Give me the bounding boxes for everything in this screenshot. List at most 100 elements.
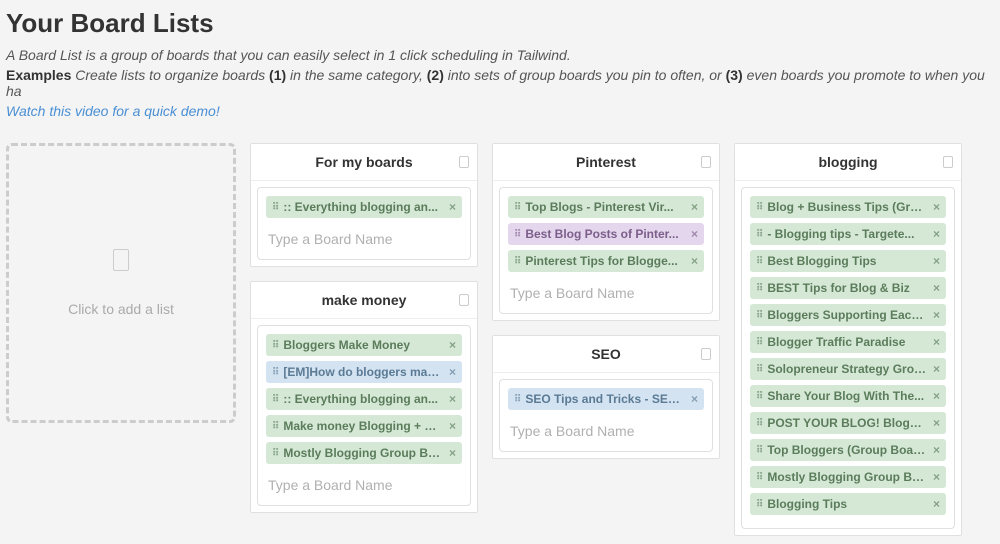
board-tag-label: Top Blogs - Pinterest Vir... <box>525 200 685 214</box>
examples-label: Examples <box>6 67 71 83</box>
remove-tag-icon[interactable]: × <box>691 254 698 268</box>
drag-handle-icon[interactable]: ⠿ <box>272 367 279 378</box>
list-menu-icon[interactable] <box>459 156 469 168</box>
remove-tag-icon[interactable]: × <box>691 200 698 214</box>
list-card-make-money: make money ⠿Bloggers Make Money× ⠿[EM]Ho… <box>250 281 478 513</box>
remove-tag-icon[interactable]: × <box>691 227 698 241</box>
drag-handle-icon[interactable]: ⠿ <box>514 256 521 267</box>
drag-handle-icon[interactable]: ⠿ <box>756 472 763 483</box>
board-tag[interactable]: ⠿ Make money Blogging + Blo... × <box>266 415 462 437</box>
board-tag[interactable]: ⠿[EM]How do bloggers make...× <box>266 361 462 383</box>
board-tag[interactable]: ⠿Bloggers Supporting Each...× <box>750 304 946 326</box>
board-tag[interactable]: ⠿ - Blogging tips - Targete... × <box>750 223 946 245</box>
list-header: For my boards <box>251 144 477 181</box>
drag-handle-icon[interactable]: ⠿ <box>514 202 521 213</box>
drag-handle-icon[interactable]: ⠿ <box>756 229 763 240</box>
board-tag-label: Best Blogging Tips <box>767 254 927 268</box>
remove-tag-icon[interactable]: × <box>449 200 456 214</box>
board-tag[interactable]: ⠿ Blogging Tips × <box>750 493 946 515</box>
add-list-card[interactable]: Click to add a list <box>6 143 236 423</box>
list-card-pinterest: Pinterest ⠿ Top Blogs - Pinterest Vir... ×… <box>492 143 720 321</box>
list-menu-icon[interactable] <box>701 156 711 168</box>
remove-tag-icon[interactable]: × <box>933 254 940 268</box>
board-name-input[interactable] <box>266 469 462 497</box>
remove-tag-icon[interactable]: × <box>933 281 940 295</box>
board-tag-label: Mostly Blogging Group Boa... <box>767 470 927 484</box>
board-tag[interactable]: ⠿Best Blog Posts of Pinter...× <box>508 223 704 245</box>
remove-tag-icon[interactable]: × <box>449 419 456 433</box>
remove-tag-icon[interactable]: × <box>933 470 940 484</box>
board-tag-label: - Blogging tips - Targete... <box>767 227 927 241</box>
board-tag-label: Blogging Tips <box>767 497 927 511</box>
board-tag[interactable]: ⠿BEST Tips for Blog & Biz× <box>750 277 946 299</box>
board-tag-label: Blog + Business Tips (Gro... <box>767 200 927 214</box>
demo-link[interactable]: Watch this video for a quick demo! <box>6 103 220 119</box>
drag-handle-icon[interactable]: ⠿ <box>756 283 763 294</box>
board-tag[interactable]: ⠿ Mostly Blogging Group Boa... × <box>266 442 462 464</box>
remove-tag-icon[interactable]: × <box>449 446 456 460</box>
board-tag-label: Mostly Blogging Group Boa... <box>283 446 443 460</box>
drag-handle-icon[interactable]: ⠿ <box>272 421 279 432</box>
list-column: Pinterest ⠿ Top Blogs - Pinterest Vir... ×… <box>492 143 720 459</box>
drag-handle-icon[interactable]: ⠿ <box>756 310 763 321</box>
board-tag[interactable]: ⠿ Mostly Blogging Group Boa... × <box>750 466 946 488</box>
remove-tag-icon[interactable]: × <box>691 392 698 406</box>
remove-tag-icon[interactable]: × <box>449 365 456 379</box>
remove-tag-icon[interactable]: × <box>933 416 940 430</box>
board-tag[interactable]: ⠿Pinterest Tips for Blogge...× <box>508 250 704 272</box>
intro-block: A Board List is a group of boards that y… <box>6 47 994 99</box>
remove-tag-icon[interactable]: × <box>933 335 940 349</box>
drag-handle-icon[interactable]: ⠿ <box>756 391 763 402</box>
remove-tag-icon[interactable]: × <box>933 443 940 457</box>
board-tag-label: Solopreneur Strategy Grou... <box>767 362 927 376</box>
drag-handle-icon[interactable]: ⠿ <box>514 394 521 405</box>
list-menu-icon[interactable] <box>943 156 953 168</box>
drag-handle-icon[interactable]: ⠿ <box>756 499 763 510</box>
list-menu-icon[interactable] <box>459 294 469 306</box>
board-tag[interactable]: ⠿ Best Blogging Tips × <box>750 250 946 272</box>
board-tag-label: Share Your Blog With The... <box>767 389 927 403</box>
list-column: For my boards ⠿ :: Everything blogging a… <box>250 143 478 513</box>
drag-handle-icon[interactable]: ⠿ <box>272 340 279 351</box>
board-tag[interactable]: ⠿ Share Your Blog With The... × <box>750 385 946 407</box>
list-header: Pinterest <box>493 144 719 181</box>
remove-tag-icon[interactable]: × <box>933 308 940 322</box>
list-card-seo: SEO ⠿SEO Tips and Tricks - SEO...× <box>492 335 720 459</box>
drag-handle-icon[interactable]: ⠿ <box>514 229 521 240</box>
drag-handle-icon[interactable]: ⠿ <box>272 448 279 459</box>
board-tag[interactable]: ⠿POST YOUR BLOG! Bloggers...× <box>750 412 946 434</box>
tag-area: ⠿ Blog + Business Tips (Gro... × ⠿ - Bloggi… <box>741 187 955 529</box>
drag-handle-icon[interactable]: ⠿ <box>756 256 763 267</box>
board-tag-label: Make money Blogging + Blo... <box>283 419 443 433</box>
board-tag[interactable]: ⠿ Blog + Business Tips (Gro... × <box>750 196 946 218</box>
drag-handle-icon[interactable]: ⠿ <box>756 418 763 429</box>
board-name-input[interactable] <box>508 415 704 443</box>
drag-handle-icon[interactable]: ⠿ <box>272 202 279 213</box>
list-header: SEO <box>493 336 719 373</box>
drag-handle-icon[interactable]: ⠿ <box>756 364 763 375</box>
board-tag[interactable]: ⠿Top Bloggers (Group Board...× <box>750 439 946 461</box>
board-tag[interactable]: ⠿:: Everything blogging an...× <box>266 388 462 410</box>
board-tag[interactable]: ⠿SEO Tips and Tricks - SEO...× <box>508 388 704 410</box>
drag-handle-icon[interactable]: ⠿ <box>272 394 279 405</box>
remove-tag-icon[interactable]: × <box>449 392 456 406</box>
remove-tag-icon[interactable]: × <box>933 497 940 511</box>
board-name-input[interactable] <box>508 277 704 305</box>
board-tag[interactable]: ⠿ Top Blogs - Pinterest Vir... × <box>508 196 704 218</box>
drag-handle-icon[interactable]: ⠿ <box>756 445 763 456</box>
remove-tag-icon[interactable]: × <box>933 362 940 376</box>
list-header: make money <box>251 282 477 319</box>
drag-handle-icon[interactable]: ⠿ <box>756 337 763 348</box>
remove-tag-icon[interactable]: × <box>933 200 940 214</box>
drag-handle-icon[interactable]: ⠿ <box>756 202 763 213</box>
list-menu-icon[interactable] <box>701 348 711 360</box>
board-tag[interactable]: ⠿ Solopreneur Strategy Grou... × <box>750 358 946 380</box>
board-name-input[interactable] <box>266 223 462 251</box>
board-tag[interactable]: ⠿Bloggers Make Money× <box>266 334 462 356</box>
board-tag[interactable]: ⠿ :: Everything blogging an... × <box>266 196 462 218</box>
remove-tag-icon[interactable]: × <box>933 389 940 403</box>
list-column: blogging ⠿Blog + Business Tips (Gro...× … <box>734 143 962 536</box>
board-tag[interactable]: ⠿Blogger Traffic Paradise× <box>750 331 946 353</box>
remove-tag-icon[interactable]: × <box>933 227 940 241</box>
remove-tag-icon[interactable]: × <box>449 338 456 352</box>
